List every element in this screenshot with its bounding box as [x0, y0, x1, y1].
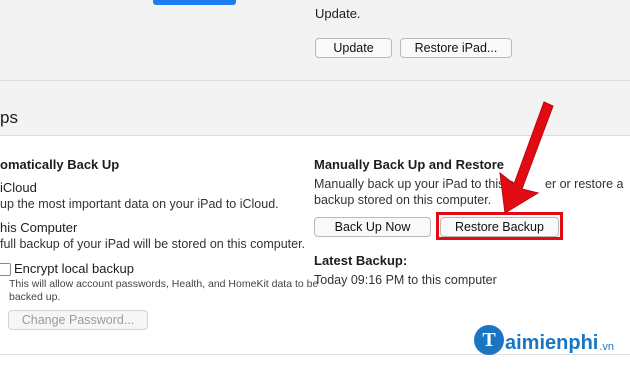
watermark-logo: T aimienphi .vn	[474, 325, 614, 355]
watermark-name: aimienphi	[505, 332, 599, 354]
red-arrow-icon	[499, 101, 554, 214]
watermark-tld: .vn	[599, 341, 615, 353]
watermark-initial: T	[474, 325, 504, 355]
